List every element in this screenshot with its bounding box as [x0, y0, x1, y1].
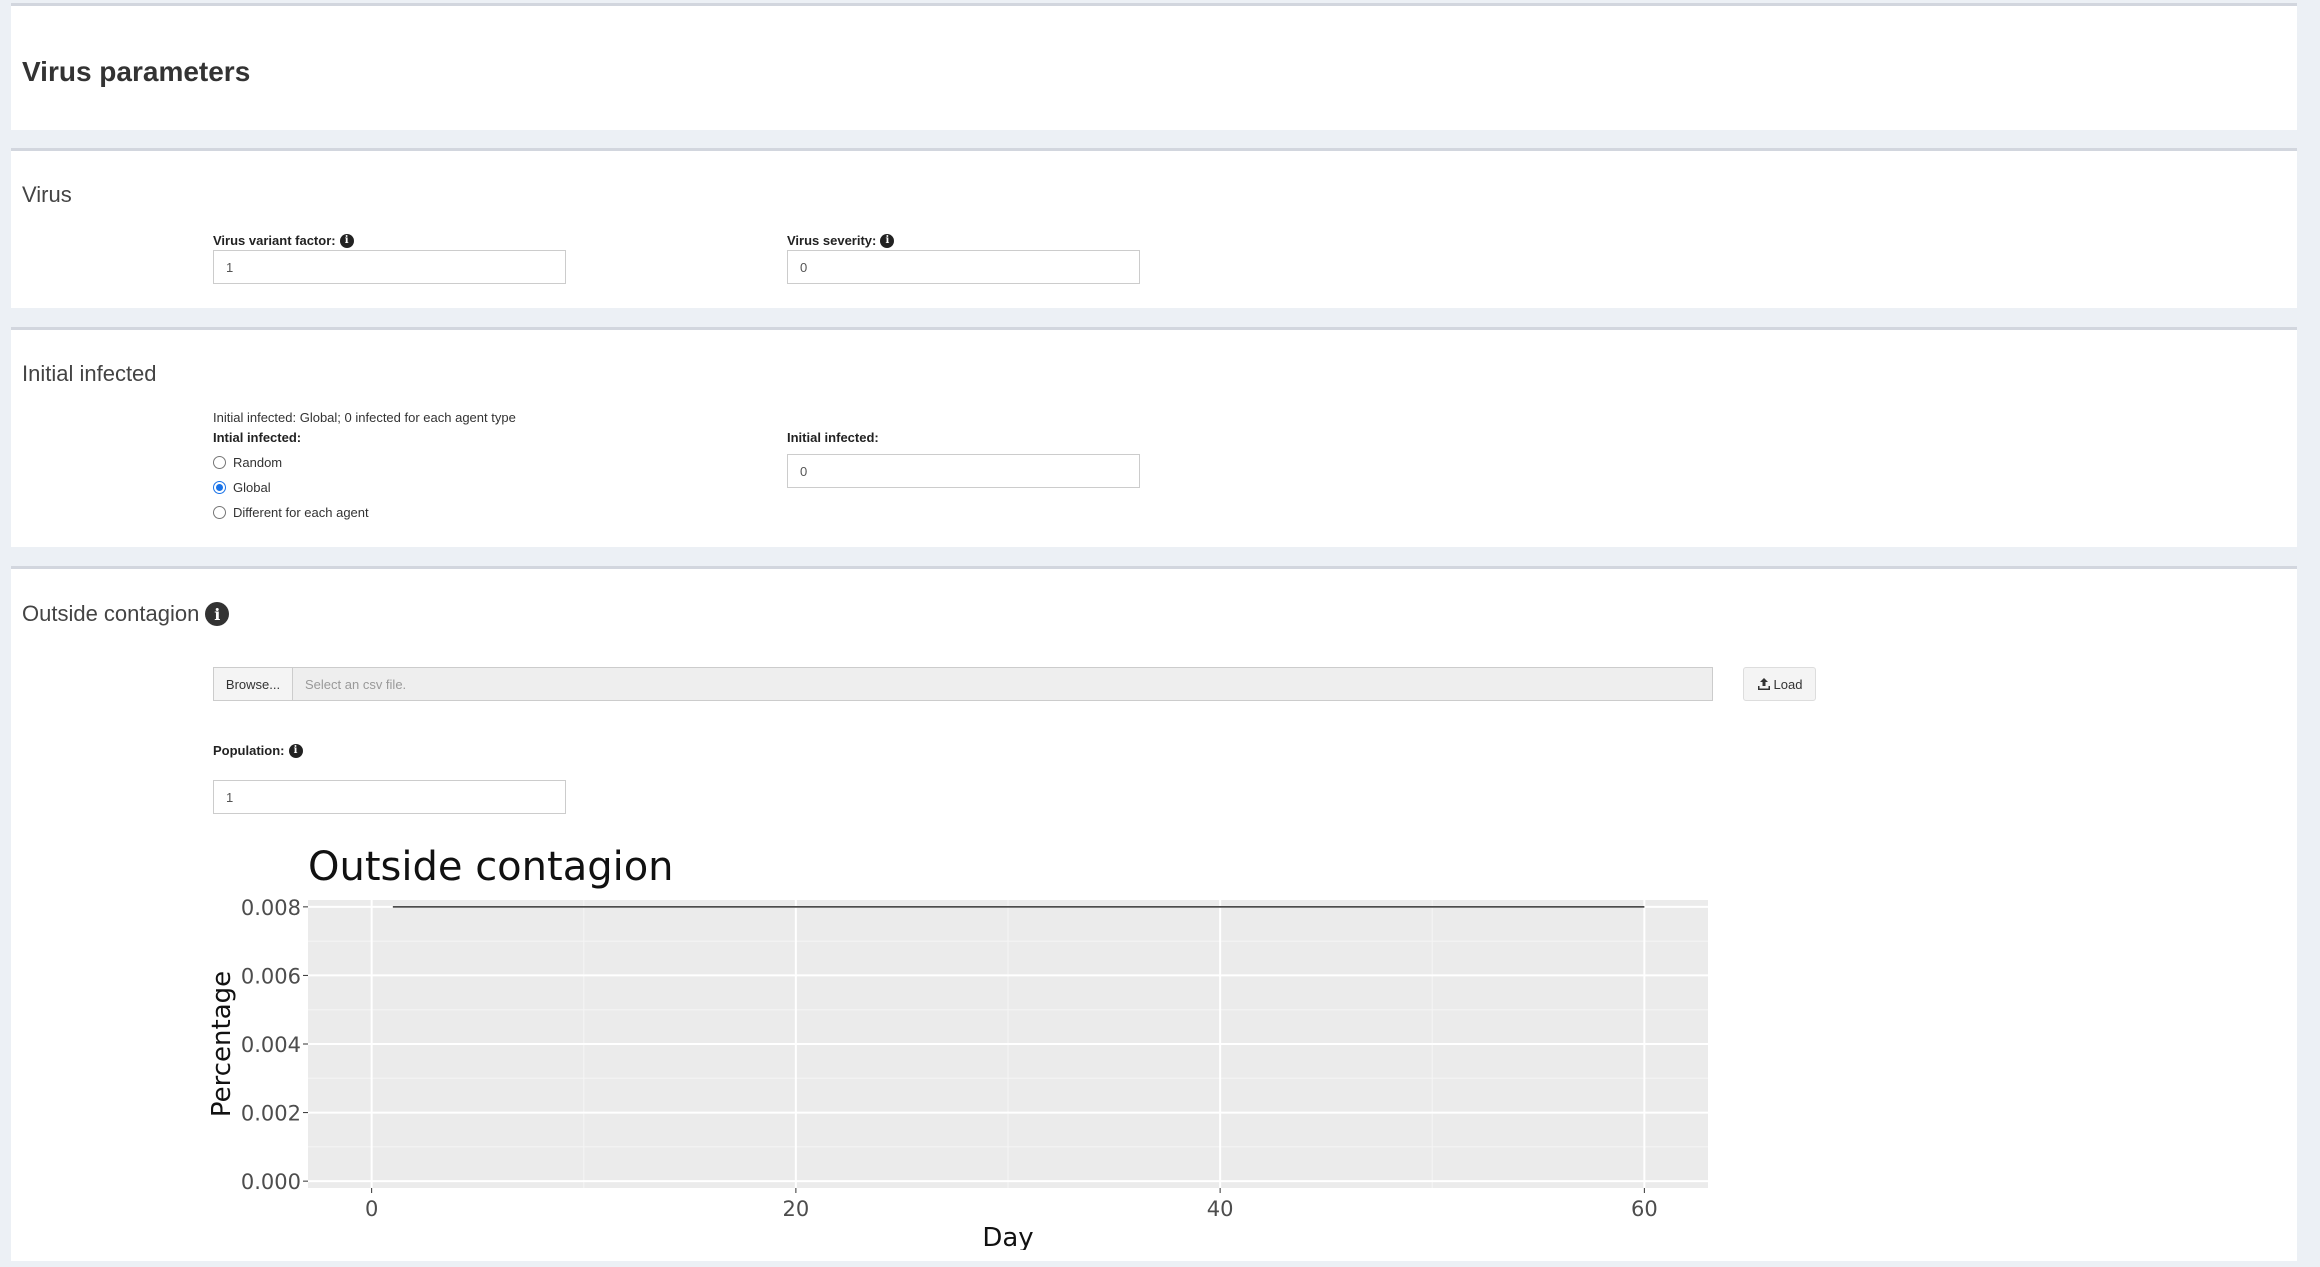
initial-infected-count-input[interactable]: 0	[787, 454, 1140, 488]
info-icon[interactable]: i	[288, 743, 303, 758]
x-tick-label: 60	[1631, 1197, 1658, 1221]
browse-button[interactable]: Browse...	[213, 667, 293, 701]
file-name-field[interactable]: Select an csv file.	[292, 667, 1713, 701]
outside-contagion-chart: Outside contagion 0 20 40 60 0.000 0.002 0.004…	[207, 844, 1708, 1250]
y-tick-label: 0.006	[241, 964, 301, 988]
virus-box: Virus Virus variant factor: i 1 Virus se…	[11, 148, 2297, 308]
initial-infected-radio-label: Intial infected:	[213, 430, 301, 445]
outside-contagion-title: Outside contagion i	[22, 601, 230, 627]
radio-option-label: Random	[233, 455, 283, 470]
virus-variant-factor-label: Virus variant factor: i	[213, 233, 354, 248]
outside-contagion-title-text: Outside contagion	[22, 601, 200, 626]
population-label-text: Population:	[213, 743, 285, 758]
initial-infected-summary: Initial infected: Global; 0 infected for…	[213, 410, 516, 425]
info-icon[interactable]: i	[205, 602, 230, 626]
virus-severity-label: Virus severity: i	[787, 233, 895, 248]
radio-option-different[interactable]: Different for each agent	[213, 505, 369, 520]
x-tick-label: 20	[783, 1197, 810, 1221]
virus-severity-input[interactable]: 0	[787, 250, 1140, 284]
initial-infected-section-title: Initial infected	[22, 361, 157, 386]
initial-infected-count-text: Initial infected:	[787, 430, 879, 445]
virus-section-title: Virus	[22, 182, 72, 207]
page-title: Virus parameters	[22, 56, 251, 87]
info-icon[interactable]: i	[339, 233, 354, 248]
initial-infected-radio-text: Intial infected:	[213, 430, 302, 445]
y-axis-label: Percentage	[207, 971, 237, 1117]
upload-icon	[1757, 678, 1770, 690]
initial-infected-count-label: Initial infected:	[787, 430, 879, 445]
load-button[interactable]: Load	[1743, 667, 1816, 701]
y-tick-label: 0.002	[241, 1102, 301, 1126]
info-icon[interactable]: i	[880, 233, 895, 248]
population-label: Population: i	[213, 743, 303, 758]
radio-button[interactable]	[213, 506, 226, 519]
x-tick-label: 40	[1207, 1197, 1234, 1221]
radio-option-label: Global	[233, 480, 271, 495]
virus-severity-text: Virus severity:	[787, 233, 877, 248]
radio-option-random[interactable]: Random	[213, 455, 282, 470]
y-tick-label: 0.004	[241, 1033, 301, 1057]
population-input[interactable]: 1	[213, 780, 566, 814]
virus-variant-factor-text: Virus variant factor:	[213, 233, 336, 248]
x-tick-label: 0	[365, 1197, 378, 1221]
radio-button[interactable]	[213, 456, 226, 469]
radio-option-label: Different for each agent	[233, 505, 369, 520]
load-button-label: Load	[1773, 676, 1803, 692]
virus-variant-factor-input[interactable]: 1	[213, 250, 566, 284]
y-tick-label: 0.008	[241, 896, 301, 920]
radio-button-selected[interactable]	[213, 481, 226, 494]
virus-parameters-box: Virus parameters	[11, 3, 2297, 130]
x-axis-label: Day	[982, 1223, 1033, 1250]
chart-title: Outside contagion	[308, 844, 674, 890]
radio-option-global[interactable]: Global	[213, 480, 271, 495]
y-tick-label: 0.000	[241, 1170, 301, 1194]
